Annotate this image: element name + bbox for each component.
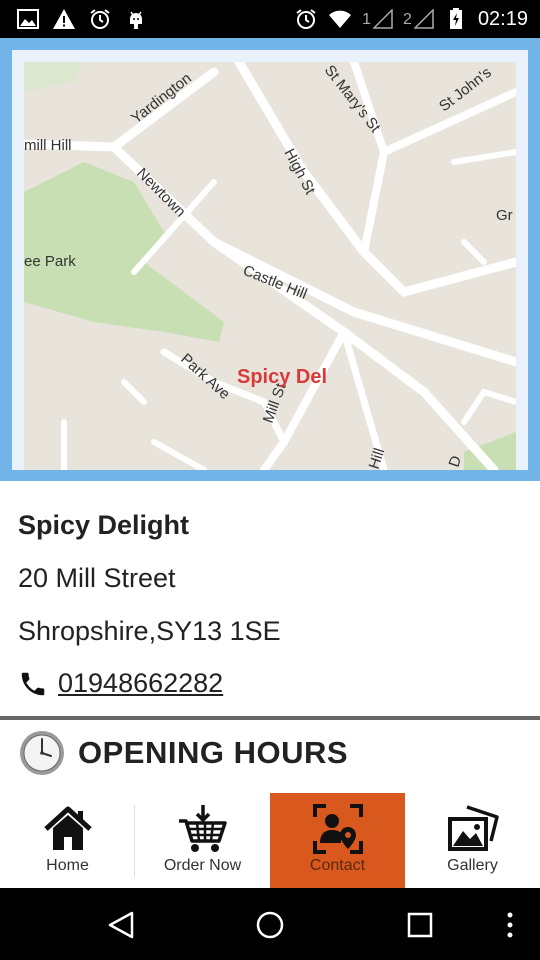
more-options-icon[interactable]	[505, 910, 515, 940]
address-line-1: 20 Mill Street	[18, 563, 176, 593]
sim1-number: 1	[362, 11, 372, 28]
signal-icon	[413, 9, 434, 29]
image-notification-icon	[17, 9, 39, 29]
map-label-d: D	[446, 454, 466, 470]
tab-order-now-label: Order Now	[163, 857, 242, 874]
alarm-icon	[296, 9, 316, 29]
wifi-icon	[329, 10, 352, 28]
tab-home[interactable]: Home	[0, 793, 135, 888]
map-container[interactable]: Yardington mill Hill St Mary's St St Joh…	[0, 38, 540, 481]
section-divider	[0, 716, 540, 720]
map-view[interactable]: Yardington mill Hill St Mary's St St Joh…	[24, 62, 516, 470]
opening-hours-title: OPENING HOURS	[78, 735, 349, 770]
green-area-top	[24, 62, 84, 92]
phone-icon	[21, 672, 45, 695]
recents-icon[interactable]	[406, 911, 434, 939]
phone-link[interactable]: 01948662282	[58, 668, 223, 699]
map-label-high-st: High St	[280, 146, 318, 198]
map-marker-label[interactable]: Spicy Del	[237, 366, 327, 388]
system-navigation-bar	[0, 888, 540, 960]
map-label-park: ee Park	[24, 253, 76, 270]
map-label-st-marys: St Mary's St	[321, 62, 384, 136]
map-label-gr: Gr	[496, 207, 513, 224]
business-name: Spicy Delight	[18, 510, 190, 540]
map-label-park-ave: Park Ave	[177, 350, 233, 403]
sim1-signal: 1	[362, 9, 393, 29]
battery-icon	[449, 8, 462, 29]
tab-gallery[interactable]: Gallery	[405, 793, 540, 888]
bottom-tab-bar: Home Order Now Contact Gallery	[0, 793, 540, 888]
contact-icon	[312, 804, 363, 854]
gallery-icon	[447, 805, 499, 851]
home-nav-icon[interactable]	[255, 910, 285, 940]
tab-order-now[interactable]: Order Now	[135, 793, 270, 888]
signal-icon	[373, 9, 393, 29]
map-inner-frame: Yardington mill Hill St Mary's St St Joh…	[12, 50, 528, 470]
tab-contact-label: Contact	[309, 857, 366, 874]
home-icon	[43, 806, 92, 850]
cart-icon	[178, 805, 227, 852]
opening-hours-header[interactable]: OPENING HOURS	[18, 729, 348, 777]
status-bar: 1 2 02:19	[0, 0, 540, 38]
android-icon	[130, 11, 142, 29]
address-line-2: Shropshire,SY13 1SE	[18, 616, 281, 646]
map-svg: Yardington mill Hill St Mary's St St Joh…	[24, 62, 516, 470]
warning-icon	[53, 9, 75, 29]
map-label-mill-hill: mill Hill	[24, 137, 72, 154]
phone-row[interactable]: 01948662282	[18, 668, 223, 699]
clock-time: 02:19	[477, 7, 528, 30]
tab-home-label: Home	[46, 857, 89, 874]
park-area	[24, 162, 224, 342]
sim2-signal: 2	[403, 9, 434, 29]
alarm-icon	[90, 9, 110, 29]
tab-contact[interactable]: Contact	[270, 793, 405, 888]
clock-icon	[20, 731, 64, 775]
back-icon[interactable]	[106, 910, 136, 940]
sim2-number: 2	[403, 11, 412, 28]
tab-gallery-label: Gallery	[447, 857, 498, 874]
